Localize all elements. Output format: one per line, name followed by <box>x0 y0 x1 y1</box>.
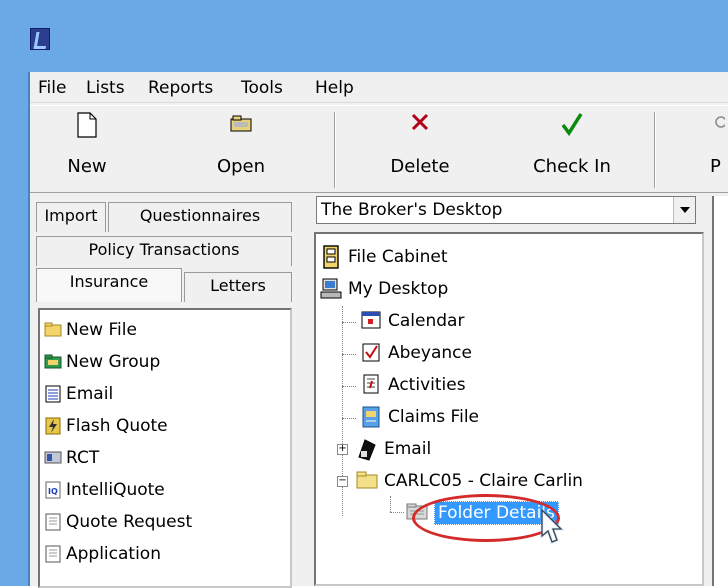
list-item-label: RCT <box>66 448 100 468</box>
menu-bar: File Lists Reports Tools Help <box>30 73 728 103</box>
partial-icon <box>715 112 727 137</box>
window-frame <box>0 72 30 586</box>
menu-file[interactable]: File <box>38 78 66 98</box>
delete-button[interactable]: Delete <box>378 106 462 190</box>
document-icon <box>44 544 62 564</box>
open-button-label: Open <box>216 156 266 177</box>
tree-connector <box>342 386 356 387</box>
menu-tools[interactable]: Tools <box>241 78 283 98</box>
rct-icon <box>44 448 62 468</box>
tree-item-activities[interactable]: Activities <box>360 370 466 400</box>
chevron-down-icon <box>680 207 690 213</box>
desktop-selector-value: The Broker's Desktop <box>321 200 503 220</box>
tab-import[interactable]: Import <box>36 202 106 232</box>
list-item-new-file[interactable]: New File <box>44 314 137 346</box>
menu-lists[interactable]: Lists <box>86 78 125 98</box>
toolbar-separator <box>334 112 336 188</box>
mouse-pointer-icon <box>536 506 568 555</box>
tree-connector <box>342 354 356 355</box>
email-icon <box>356 437 378 461</box>
delete-button-label: Delete <box>390 156 450 177</box>
activities-icon <box>360 373 382 397</box>
partial-toolbar-button[interactable]: P <box>706 106 728 190</box>
tree-item-claims-file[interactable]: Claims File <box>360 402 479 432</box>
tree-connector <box>390 496 391 512</box>
list-item-label: Email <box>66 384 114 404</box>
partial-button-label: P <box>710 156 721 177</box>
tree-item-label: CARLC05 - Claire Carlin <box>384 471 583 491</box>
folder-icon <box>44 320 62 340</box>
abeyance-icon <box>360 341 382 365</box>
intelliquote-icon: IQ <box>44 480 62 500</box>
list-item-new-group[interactable]: New Group <box>44 346 160 378</box>
tree-item-my-desktop[interactable]: My Desktop <box>320 274 448 304</box>
claims-icon <box>360 405 382 429</box>
svg-text:IQ: IQ <box>48 487 58 496</box>
tree-item-client-folder[interactable]: CARLC05 - Claire Carlin <box>356 466 583 496</box>
menu-reports[interactable]: Reports <box>148 78 213 98</box>
tree-item-label: My Desktop <box>348 279 449 299</box>
tab-questionnaires[interactable]: Questionnaires <box>108 202 292 232</box>
tree-item-email[interactable]: Email <box>356 434 431 464</box>
title-bar[interactable] <box>0 0 728 72</box>
toolbar-separator <box>654 112 656 188</box>
calendar-icon <box>360 309 382 333</box>
check-in-button[interactable]: Check In <box>520 106 624 190</box>
folder-icon <box>356 469 378 493</box>
group-folder-icon <box>44 352 62 372</box>
flash-quote-icon <box>44 416 62 436</box>
dropdown-button[interactable] <box>673 197 695 223</box>
tree-item-label: Activities <box>388 375 466 395</box>
tree-item-label: Email <box>384 439 432 459</box>
tab-policy-transactions[interactable]: Policy Transactions <box>36 236 292 266</box>
new-document-icon <box>77 112 97 143</box>
list-item-flash-quote[interactable]: Flash Quote <box>44 410 168 442</box>
delete-x-icon <box>410 112 430 137</box>
new-button[interactable]: New <box>44 106 130 190</box>
right-panel <box>712 196 728 586</box>
tree-item-file-cabinet[interactable]: File Cabinet <box>320 242 448 272</box>
app-icon[interactable] <box>30 28 50 50</box>
open-button[interactable]: Open <box>200 106 282 190</box>
list-item-email[interactable]: Email <box>44 378 113 410</box>
tree-connector <box>390 512 404 513</box>
collapse-icon[interactable]: − <box>337 476 348 487</box>
list-item-label: IntelliQuote <box>66 480 165 500</box>
file-cabinet-icon <box>320 245 342 269</box>
checkmark-icon <box>561 112 583 141</box>
tree-item-label: Abeyance <box>388 343 472 363</box>
list-item-label: Application <box>66 544 161 564</box>
tree-connector <box>342 322 356 323</box>
document-icon <box>44 512 62 532</box>
list-item-rct[interactable]: RCT <box>44 442 99 474</box>
desktop-selector[interactable]: The Broker's Desktop <box>316 196 696 224</box>
tab-insurance[interactable]: Insurance <box>36 268 182 302</box>
menu-help[interactable]: Help <box>315 78 354 98</box>
tree-item-label: File Cabinet <box>348 247 448 267</box>
tree-item-abeyance[interactable]: Abeyance <box>360 338 472 368</box>
desktop-icon <box>320 277 342 301</box>
list-item-label: New File <box>66 320 137 340</box>
expand-icon[interactable]: + <box>337 444 348 455</box>
open-folder-icon <box>229 112 253 139</box>
insurance-list: New File New Group Email Flash Quote RCT… <box>38 308 292 588</box>
list-item-quote-request[interactable]: Quote Request <box>44 506 192 538</box>
left-panel: Import Questionnaires Policy Transaction… <box>32 196 300 588</box>
list-item-label: New Group <box>66 352 161 372</box>
tree-item-label: Claims File <box>388 407 480 427</box>
email-icon <box>44 384 62 404</box>
new-button-label: New <box>67 156 107 177</box>
check-in-button-label: Check In <box>533 156 611 177</box>
tree-item-calendar[interactable]: Calendar <box>360 306 464 336</box>
list-item-label: Quote Request <box>66 512 193 532</box>
tree-item-label: Calendar <box>388 311 465 331</box>
tree-connector <box>342 418 356 419</box>
list-item-intelliquote[interactable]: IQ IntelliQuote <box>44 474 165 506</box>
list-item-label: Flash Quote <box>66 416 168 436</box>
list-item-application[interactable]: Application <box>44 538 161 570</box>
toolbar: New Open Delete Check In P <box>30 105 728 193</box>
tab-letters[interactable]: Letters <box>184 272 292 302</box>
